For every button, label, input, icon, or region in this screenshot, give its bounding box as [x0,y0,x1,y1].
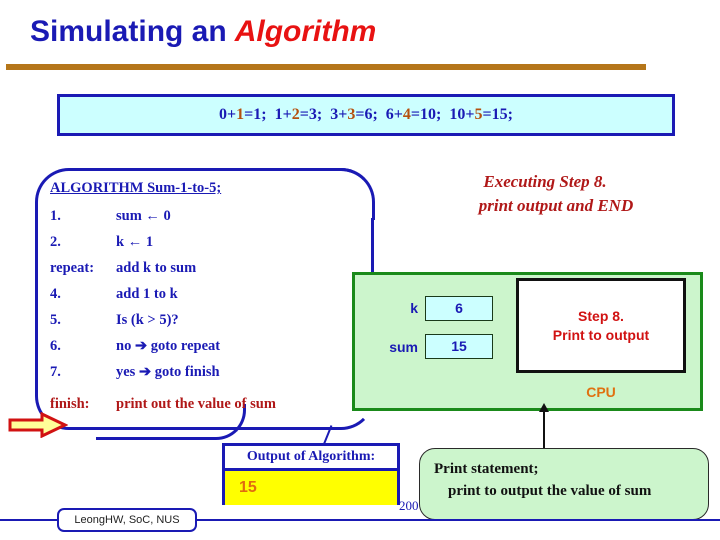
step-text: Is (k > 5)? [116,311,179,328]
cpu-current-step-box: Step 8. Print to output [516,278,686,373]
algorithm-step-row: 6. no ➔ goto repeat [50,333,370,359]
page-title-main: Simulating an [30,15,227,48]
variable-value-sum: 15 [425,334,493,359]
output-panel-header: Output of Algorithm: [225,446,397,471]
equation-banner-text: 0+1=1; 1+2=3; 3+3=6; 6+4=10; 10+5=15; [60,97,672,133]
print-statement-note: Print statement; print to output the val… [419,448,709,520]
algorithm-loop-connector-down [371,218,374,274]
algorithm-step-row: 1. sum ← 0 [50,203,370,229]
step-label: 2. [50,233,61,250]
step-text: no ➔ goto repeat [116,337,221,354]
algorithm-listing: ALGORITHM Sum-1-to-5; 1. sum ← 0 2. k ← … [50,180,370,417]
output-panel: Output of Algorithm: 15 [222,443,400,505]
step-label: 7. [50,363,61,380]
step-label: 4. [50,285,61,302]
algorithm-step-row: 2. k ← 1 [50,229,370,255]
step-label: repeat: [50,259,95,276]
step-label: 6. [50,337,61,354]
finish-label: finish: [50,395,90,412]
execution-caption-line2: print output and END [478,196,634,215]
title-divider [6,64,646,70]
variable-label-sum: sum [389,339,418,355]
cpu-current-step-text: Step 8. Print to output [552,307,650,343]
print-note-arrow-icon [539,403,549,449]
variable-label-k: k [410,300,418,316]
print-note-line2: print to output the value of sum [448,483,652,499]
cpu-label: CPU [586,384,616,400]
step-text: sum ← 0 [116,207,171,224]
algorithm-step-row: 4. add 1 to k [50,281,370,307]
step-label: 5. [50,311,61,328]
step-label: 1. [50,207,61,224]
step-text: add k to sum [116,259,197,276]
algorithm-step-row: 7. yes ➔ goto finish [50,359,370,385]
equation-term: 10+5=15; [449,106,513,123]
finish-text: print out the value of sum [116,395,276,412]
step-text: add 1 to k [116,285,178,302]
equation-term: 1+2=3; [274,106,323,123]
footer-credit: LeongHW, SoC, NUS [57,508,197,532]
print-note-line1: Print statement; [434,461,539,477]
equation-term: 6+4=10; [385,106,442,123]
output-panel-value: 15 [225,471,397,505]
year-fragment: 200 [399,498,419,513]
page-title: Simulating an Algorithm [30,14,376,50]
slide-canvas: Simulating an Algorithm 0+1=1; 1+2=3; 3+3… [0,0,720,540]
equation-term: 3+3=6; [330,106,378,123]
equation-banner: 0+1=1; 1+2=3; 3+3=6; 6+4=10; 10+5=15; [57,94,675,136]
algorithm-finish-row: finish: print out the value of sum [50,391,370,417]
execution-caption: Executing Step 8. print output and END [390,170,700,218]
equation-term: 0+1=1; [219,106,267,123]
step-text: k ← 1 [116,233,154,250]
page-title-emphasis: Algorithm [234,15,377,48]
algorithm-step-row: 5. Is (k > 5)? [50,307,370,333]
algorithm-header: ALGORITHM Sum-1-to-5; [50,180,222,196]
step-text: yes ➔ goto finish [116,363,220,380]
variable-value-k: 6 [425,296,493,321]
execution-caption-line1: Executing Step 8. [483,172,607,191]
algorithm-step-row: repeat: add k to sum [50,255,370,281]
